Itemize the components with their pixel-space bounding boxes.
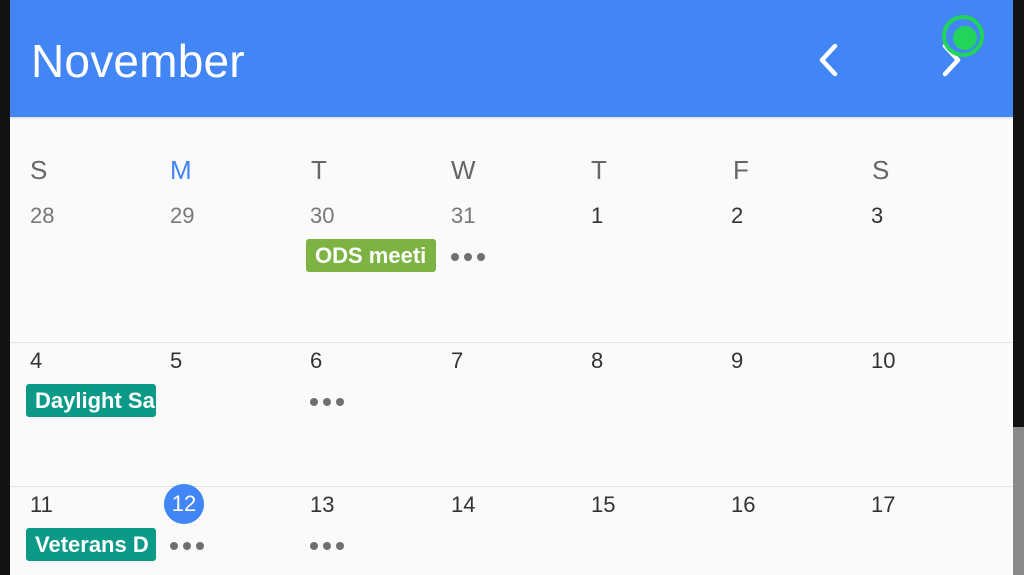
scrollbar-thumb[interactable] <box>1013 427 1024 575</box>
day-number[interactable]: 2 <box>731 203 743 229</box>
week-row-divider <box>10 342 1013 343</box>
dot <box>196 542 204 550</box>
event-chip[interactable]: Veterans D <box>26 528 156 561</box>
day-number[interactable]: 7 <box>451 348 463 374</box>
chevron-left-icon <box>819 43 838 77</box>
dot <box>451 253 459 261</box>
previous-month-button[interactable] <box>806 36 854 84</box>
dot <box>477 253 485 261</box>
dot <box>183 542 191 550</box>
weekday-label: T <box>591 155 607 185</box>
dot <box>336 542 344 550</box>
day-number[interactable]: 31 <box>451 203 475 229</box>
dot <box>323 542 331 550</box>
weekday-label: S <box>30 155 48 185</box>
more-events-icon[interactable] <box>451 253 485 261</box>
weekday-label: M <box>170 155 192 185</box>
day-number[interactable]: 6 <box>310 348 322 374</box>
day-number[interactable]: 13 <box>310 492 334 518</box>
calendar-header: November <box>10 0 1013 117</box>
weekday-label: F <box>733 155 749 185</box>
week-row-divider <box>10 486 1013 487</box>
more-events-icon[interactable] <box>310 398 344 406</box>
day-number[interactable]: 1 <box>591 203 603 229</box>
day-number[interactable]: 11 <box>30 492 53 518</box>
day-number[interactable]: 5 <box>170 348 182 374</box>
day-number[interactable]: 29 <box>170 203 194 229</box>
day-number[interactable]: 3 <box>871 203 883 229</box>
more-events-icon[interactable] <box>310 542 344 550</box>
day-number[interactable]: 30 <box>310 203 334 229</box>
calendar-app: November SMTWTFS 28 29 30 ODS meeti 31 1 2 3 4 Da… <box>10 0 1013 575</box>
screen-bezel-left <box>0 0 10 575</box>
day-number[interactable]: 14 <box>451 492 475 518</box>
month-title: November <box>31 35 245 87</box>
touch-indicator-dot <box>953 26 977 50</box>
today-date-badge[interactable]: 12 <box>164 484 204 524</box>
dot <box>310 542 318 550</box>
day-number[interactable]: 17 <box>871 492 895 518</box>
dot <box>336 398 344 406</box>
day-number[interactable]: 9 <box>731 348 743 374</box>
weekday-label: W <box>451 155 476 185</box>
dot <box>310 398 318 406</box>
event-chip[interactable]: Daylight Sa <box>26 384 156 417</box>
day-number[interactable]: 28 <box>30 203 54 229</box>
dot <box>323 398 331 406</box>
day-number[interactable]: 4 <box>30 348 42 374</box>
weekday-label: S <box>872 155 890 185</box>
weekday-label: T <box>311 155 327 185</box>
day-number[interactable]: 16 <box>731 492 755 518</box>
day-number[interactable]: 10 <box>871 348 895 374</box>
day-number[interactable]: 8 <box>591 348 603 374</box>
event-chip[interactable]: ODS meeti <box>306 239 436 272</box>
more-events-icon[interactable] <box>170 542 204 550</box>
dot <box>170 542 178 550</box>
dot <box>464 253 472 261</box>
day-number[interactable]: 15 <box>591 492 615 518</box>
